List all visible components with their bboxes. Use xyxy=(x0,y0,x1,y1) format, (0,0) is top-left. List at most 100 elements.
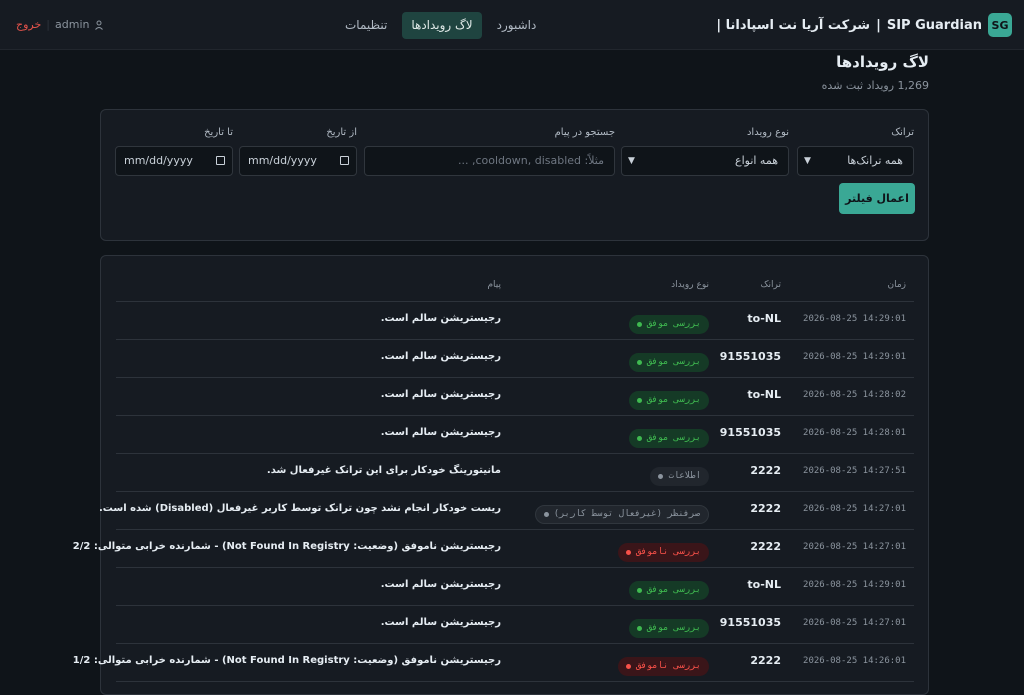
table-row: 2026-08-25 14:27:51 2222 اطلاعات مانیتورینگ… xyxy=(116,454,914,492)
brand[interactable]: SG SIP Guardian | شرکت آریا نت اسپادانا … xyxy=(716,13,1012,37)
row-message: رجیستریشن سالم است. xyxy=(380,427,501,438)
row-trunk: 91551035 xyxy=(719,426,781,439)
status-dot-icon xyxy=(658,473,664,479)
status-dot-icon xyxy=(636,587,642,593)
events-table: زمان ترانک نوع رویداد پیام 2026-08-25 14… xyxy=(73,255,929,695)
header-trunk: ترانک xyxy=(760,280,781,290)
tab-dashboard[interactable]: داشبورد xyxy=(488,12,546,39)
table-row: 2026-08-25 14:29:01 to-NL بررسی موفق رجیستر… xyxy=(116,568,914,606)
logout-link[interactable]: خروج xyxy=(16,18,41,31)
search-input[interactable]: مثلاً: cooldown, disabled, ... xyxy=(364,146,615,176)
row-time: 2026-08-25 14:29:01 xyxy=(803,314,906,324)
row-message: رجیستریشن سالم است. xyxy=(380,351,501,362)
user-box: خروج | admin xyxy=(16,18,104,31)
status-label: بررسی موفق xyxy=(646,585,701,595)
apply-filter-button[interactable]: اعمال فیلتر xyxy=(839,183,915,214)
user-icon xyxy=(95,20,104,30)
table-row: 2026-08-25 14:29:01 91551035 بررسی موفق رجی… xyxy=(116,340,914,378)
row-trunk: 91551035 xyxy=(719,350,781,363)
from-date-input[interactable]: mm/dd/yyyy xyxy=(239,146,357,176)
row-time: 2026-08-25 14:28:01 xyxy=(803,428,906,438)
row-time: 2026-08-25 14:29:01 xyxy=(803,352,906,362)
event-count: 1,269 رویداد ثبت شده xyxy=(821,79,929,92)
row-trunk: 91551035 xyxy=(719,616,781,629)
row-message: رجیستریشن ناموفق (وضعیت: Not Found In Re… xyxy=(72,541,501,552)
nav-tabs: داشبورد لاگ رویدادها تنظیمات xyxy=(336,12,545,39)
status-dot-icon xyxy=(636,625,642,631)
row-message: رجیستریشن سالم است. xyxy=(380,313,501,324)
status-badge: بررسی موفق xyxy=(628,428,709,448)
username: admin xyxy=(55,18,90,31)
tab-settings[interactable]: تنظیمات xyxy=(336,12,396,39)
row-trunk: 2222 xyxy=(750,540,781,553)
row-type: بررسی موفق xyxy=(628,311,709,334)
chevron-down-icon: ▼ xyxy=(628,156,635,166)
trunk-filter-label: ترانک xyxy=(891,127,914,138)
status-dot-icon xyxy=(636,321,642,327)
row-trunk: to-NL xyxy=(747,388,781,401)
row-type: بررسی موفق xyxy=(628,349,709,372)
row-message: مانیتورینگ خودکار برای این ترانک غیرفعال… xyxy=(266,465,501,476)
status-badge: صرفنظر (غیرفعال توسط کاربر) xyxy=(534,504,709,524)
status-label: بررسی ناموفق xyxy=(635,661,701,671)
row-time: 2026-08-25 14:29:01 xyxy=(803,580,906,590)
calendar-icon[interactable] xyxy=(216,156,225,165)
status-badge: بررسی موفق xyxy=(628,390,709,410)
from-date-label: از تاریخ xyxy=(326,127,357,138)
status-badge: بررسی موفق xyxy=(628,580,709,600)
row-trunk: to-NL xyxy=(747,578,781,591)
row-message: رجیستریشن ناموفق (وضعیت: Not Found In Re… xyxy=(72,655,501,666)
status-label: بررسی موفق xyxy=(646,357,701,367)
row-time: 2026-08-25 14:28:02 xyxy=(803,390,906,400)
top-navbar: SG SIP Guardian | شرکت آریا نت اسپادانا … xyxy=(0,0,1024,50)
trunk-select-value: همه ترانک‌ها xyxy=(847,154,903,167)
calendar-icon[interactable] xyxy=(340,156,349,165)
table-row: 2026-08-25 14:27:01 91551035 بررسی موفق رجی… xyxy=(116,606,914,644)
row-trunk: 2222 xyxy=(750,654,781,667)
to-date-value: mm/dd/yyyy xyxy=(124,154,193,167)
status-dot-icon xyxy=(543,511,549,517)
from-date-value: mm/dd/yyyy xyxy=(248,154,317,167)
status-badge: بررسی موفق xyxy=(628,352,709,372)
brand-name: SIP Guardian xyxy=(886,17,982,33)
trunk-select[interactable]: همه ترانک‌ها ▼ xyxy=(797,146,914,176)
status-label: صرفنظر (غیرفعال توسط کاربر) xyxy=(553,509,700,519)
tab-event-log[interactable]: لاگ رویدادها xyxy=(402,12,482,39)
row-time: 2026-08-25 14:27:01 xyxy=(803,542,906,552)
status-dot-icon xyxy=(625,549,631,555)
status-label: بررسی موفق xyxy=(646,395,701,405)
row-type: بررسی ناموفق xyxy=(617,539,709,562)
table-row: 2026-08-25 14:27:01 2222 بررسی ناموفق رجیست… xyxy=(73,530,914,568)
status-label: بررسی موفق xyxy=(646,319,701,329)
search-label: جستجو در پیام xyxy=(554,127,615,138)
status-dot-icon xyxy=(625,663,631,669)
row-message: ریست خودکار انجام نشد چون ترانک توسط کار… xyxy=(98,503,501,514)
row-message: رجیستریشن سالم است. xyxy=(380,579,501,590)
company-name: شرکت آریا نت اسپادانا | xyxy=(716,17,871,33)
status-label: اطلاعات xyxy=(668,471,701,481)
row-type: بررسی موفق xyxy=(628,425,709,448)
page-title: لاگ رویدادها xyxy=(836,53,929,71)
table-row: 2026-08-25 14:28:01 91551035 بررسی موفق رجی… xyxy=(116,416,914,454)
status-label: بررسی ناموفق xyxy=(635,547,701,557)
to-date-input[interactable]: mm/dd/yyyy xyxy=(115,146,233,176)
row-type: صرفنظر (غیرفعال توسط کاربر) xyxy=(534,501,709,524)
table-row: 2026-08-25 14:28:02 to-NL بررسی موفق رجیستر… xyxy=(116,378,914,416)
status-label: بررسی موفق xyxy=(646,623,701,633)
header-message: پیام xyxy=(487,280,501,290)
row-message: رجیستریشن سالم است. xyxy=(380,389,501,400)
chevron-down-icon: ▼ xyxy=(804,156,811,166)
row-trunk: to-NL xyxy=(747,312,781,325)
row-type: بررسی موفق xyxy=(628,577,709,600)
status-badge: اطلاعات xyxy=(650,466,709,486)
brand-separator: | xyxy=(876,17,881,33)
row-type: بررسی موفق xyxy=(628,387,709,410)
event-type-value: همه انواع xyxy=(735,154,778,167)
status-badge: بررسی ناموفق xyxy=(617,542,709,562)
header-type: نوع رویداد xyxy=(671,280,709,290)
status-dot-icon xyxy=(636,359,642,365)
table-row: 2026-08-25 14:27:01 2222 صرفنظر (غیرفعال ت… xyxy=(99,492,914,530)
event-type-select[interactable]: همه انواع ▼ xyxy=(621,146,789,176)
to-date-label: تا تاریخ xyxy=(204,127,233,138)
type-filter-label: نوع رویداد xyxy=(746,127,789,138)
